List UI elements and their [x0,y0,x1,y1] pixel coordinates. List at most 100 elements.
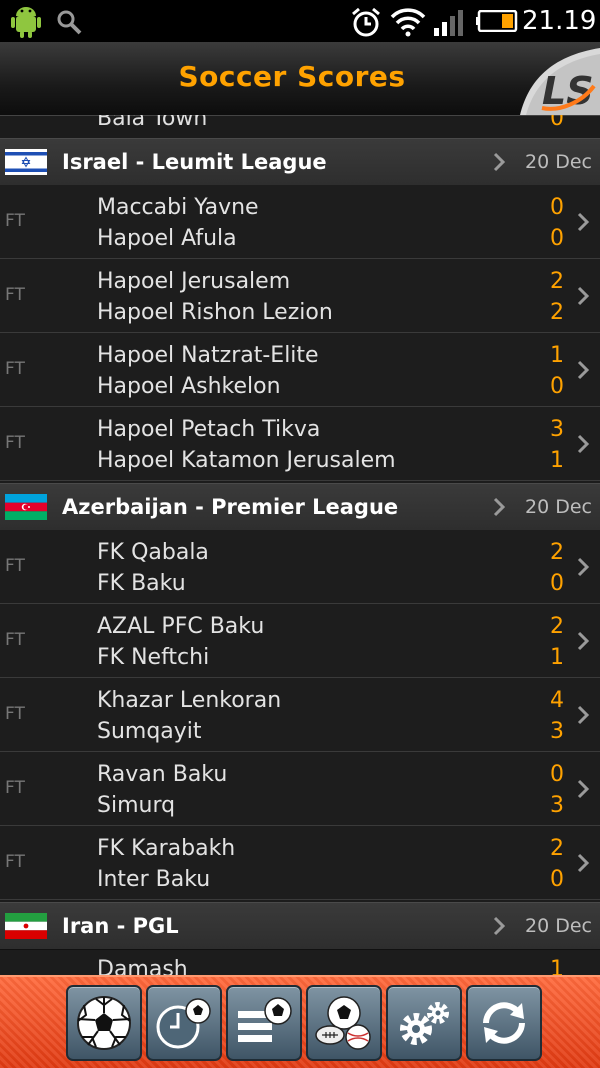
away-team: Simurq [97,793,176,818]
chevron-right-icon [577,286,590,306]
team-name: Bala Town [97,115,208,131]
home-team: Ravan Baku [97,762,228,787]
league-header-iran[interactable]: Iran - PGL 20 Dec [0,902,600,950]
team-name: Damash [97,957,188,975]
home-team: Hapoel Natzrat-Elite [97,343,319,368]
match-status: FT [5,211,25,231]
chevron-right-icon [493,916,506,936]
nav-live-scores-button[interactable] [66,985,142,1061]
refresh-icon [483,1002,525,1044]
nav-settings-button[interactable] [386,985,462,1061]
nav-fixtures-button[interactable] [146,985,222,1061]
home-score: 4 [550,688,564,713]
chevron-right-icon [493,497,506,517]
status-bar: 21.19 [0,0,600,42]
away-score: 0 [550,226,564,251]
match-row[interactable]: FT Ravan Baku Simurq 0 3 [0,752,600,826]
match-row[interactable]: FT Khazar Lenkoran Sumqayit 4 3 [0,678,600,752]
score: 0 [550,115,564,131]
home-team: Maccabi Yavne [97,195,259,220]
league-header-israel[interactable]: Israel - Leumit League 20 Dec [0,138,600,186]
scores-list[interactable]: Bala Town 0 Israel - Leumit League 20 De… [0,115,600,975]
list-item[interactable]: Bala Town 0 [0,115,600,138]
away-score: 2 [550,300,564,325]
battery-icon [476,10,518,32]
match-status: FT [5,359,25,379]
league-date: 20 Dec [525,496,592,518]
match-row[interactable]: FT FK Karabakh Inter Baku 2 0 [0,826,600,900]
home-team: Hapoel Petach Tikva [97,417,321,442]
signal-icon [434,10,463,36]
away-team: FK Neftchi [97,645,210,670]
home-team: Khazar Lenkoran [97,688,282,713]
match-status: FT [5,778,25,798]
search-icon [57,10,82,35]
home-team: FK Qabala [97,540,209,565]
home-team: FK Karabakh [97,836,236,861]
iran-flag-icon [5,913,47,939]
match-row[interactable]: FT Hapoel Natzrat-Elite Hapoel Ashkelon … [0,333,600,407]
match-row[interactable]: FT Hapoel Petach Tikva Hapoel Katamon Je… [0,407,600,481]
away-team: Hapoel Katamon Jerusalem [97,448,396,473]
home-score: 0 [550,762,564,787]
away-score: 0 [550,571,564,596]
score: 1 [550,957,564,975]
match-status: FT [5,630,25,650]
nav-sports-button[interactable] [306,985,382,1061]
chevron-right-icon [577,779,590,799]
away-score: 0 [550,374,564,399]
away-score: 3 [550,793,564,818]
home-score: 3 [550,417,564,442]
match-status: FT [5,433,25,453]
match-row[interactable]: FT Maccabi Yavne Hapoel Afula 0 0 [0,185,600,259]
league-date: 20 Dec [525,151,592,173]
chevron-right-icon [577,557,590,577]
chevron-right-icon [577,631,590,651]
settings-gears-icon [400,1002,449,1045]
livescore-logo-icon: LS [520,48,600,115]
match-row[interactable]: FT AZAL PFC Baku FK Neftchi 2 1 [0,604,600,678]
match-row[interactable]: FT Hapoel Jerusalem Hapoel Rishon Lezion… [0,259,600,333]
android-icon [11,7,41,38]
away-score: 3 [550,719,564,744]
multi-sports-icon [315,996,371,1050]
chevron-right-icon [493,152,506,172]
away-team: Hapoel Afula [97,226,237,251]
match-row[interactable]: FT FK Qabala FK Baku 2 0 [0,530,600,604]
away-team: Hapoel Rishon Lezion [97,300,333,325]
chevron-right-icon [577,434,590,454]
home-score: 2 [550,540,564,565]
soccer-ball-icon [77,996,131,1050]
home-score: 2 [550,614,564,639]
nav-refresh-button[interactable] [466,985,542,1061]
away-score: 1 [550,645,564,670]
league-date: 20 Dec [525,915,592,937]
chevron-right-icon [577,360,590,380]
home-score: 2 [550,836,564,861]
app-header: Soccer Scores LS [0,42,600,116]
home-score: 1 [550,343,564,368]
status-time: 21.19 [522,6,597,36]
list-item[interactable]: Damash 1 [0,949,600,975]
away-team: Inter Baku [97,867,211,892]
away-team: FK Baku [97,571,186,596]
league-name: Iran - PGL [62,914,179,938]
azerbaijan-flag-icon [5,494,47,520]
chevron-right-icon [577,212,590,232]
match-status: FT [5,285,25,305]
israel-flag-icon [5,149,47,175]
clock-ball-icon [156,998,211,1049]
home-team: AZAL PFC Baku [97,614,265,639]
nav-standings-button[interactable] [226,985,302,1061]
match-status: FT [5,556,25,576]
chevron-right-icon [577,853,590,873]
league-header-azerbaijan[interactable]: Azerbaijan - Premier League 20 Dec [0,483,600,531]
league-name: Israel - Leumit League [62,150,327,174]
match-status: FT [5,704,25,724]
league-name: Azerbaijan - Premier League [62,495,399,519]
away-team: Sumqayit [97,719,202,744]
home-score: 2 [550,269,564,294]
bottom-nav [0,975,600,1068]
away-score: 0 [550,867,564,892]
standings-list-icon [238,997,292,1042]
